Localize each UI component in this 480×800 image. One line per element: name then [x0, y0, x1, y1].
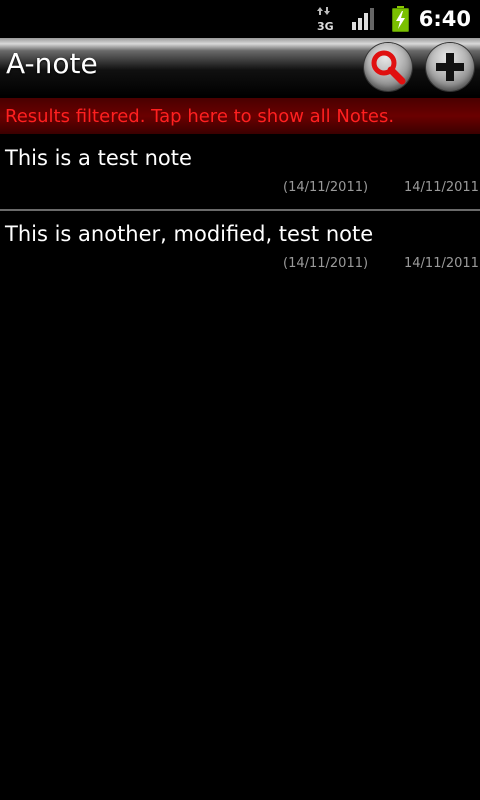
search-icon	[371, 50, 406, 85]
status-clock: 6:40	[418, 7, 471, 31]
add-icon	[436, 53, 464, 81]
svg-text:3G: 3G	[317, 20, 334, 32]
note-created-date: (14/11/2011)	[283, 180, 369, 195]
search-button[interactable]	[364, 43, 412, 91]
note-list-item[interactable]: This is another, modified, test note (14…	[0, 211, 480, 285]
3g-icon: 3G	[317, 7, 334, 32]
filter-banner-text: Results filtered. Tap here to show all N…	[5, 106, 395, 127]
note-list-item[interactable]: This is a test note (14/11/2011) 14/11/2…	[0, 135, 480, 211]
app-screen: 3G 6:40 A-note Results filtered. Tap her…	[0, 0, 480, 800]
note-title: This is another, modified, test note	[5, 222, 374, 246]
note-modified-date: 14/11/2011	[404, 180, 479, 195]
battery-charging-icon	[392, 6, 409, 32]
signal-bars-icon	[352, 8, 374, 30]
add-note-button[interactable]	[426, 43, 474, 91]
notes-list: This is a test note (14/11/2011) 14/11/2…	[0, 135, 480, 285]
note-title: This is a test note	[5, 146, 192, 170]
filter-banner[interactable]: Results filtered. Tap here to show all N…	[0, 98, 480, 134]
note-modified-date: 14/11/2011	[404, 256, 479, 271]
title-bar: A-note	[0, 38, 480, 96]
status-bar: 3G 6:40	[0, 0, 480, 38]
note-created-date: (14/11/2011)	[283, 256, 369, 271]
app-title: A-note	[6, 47, 98, 80]
